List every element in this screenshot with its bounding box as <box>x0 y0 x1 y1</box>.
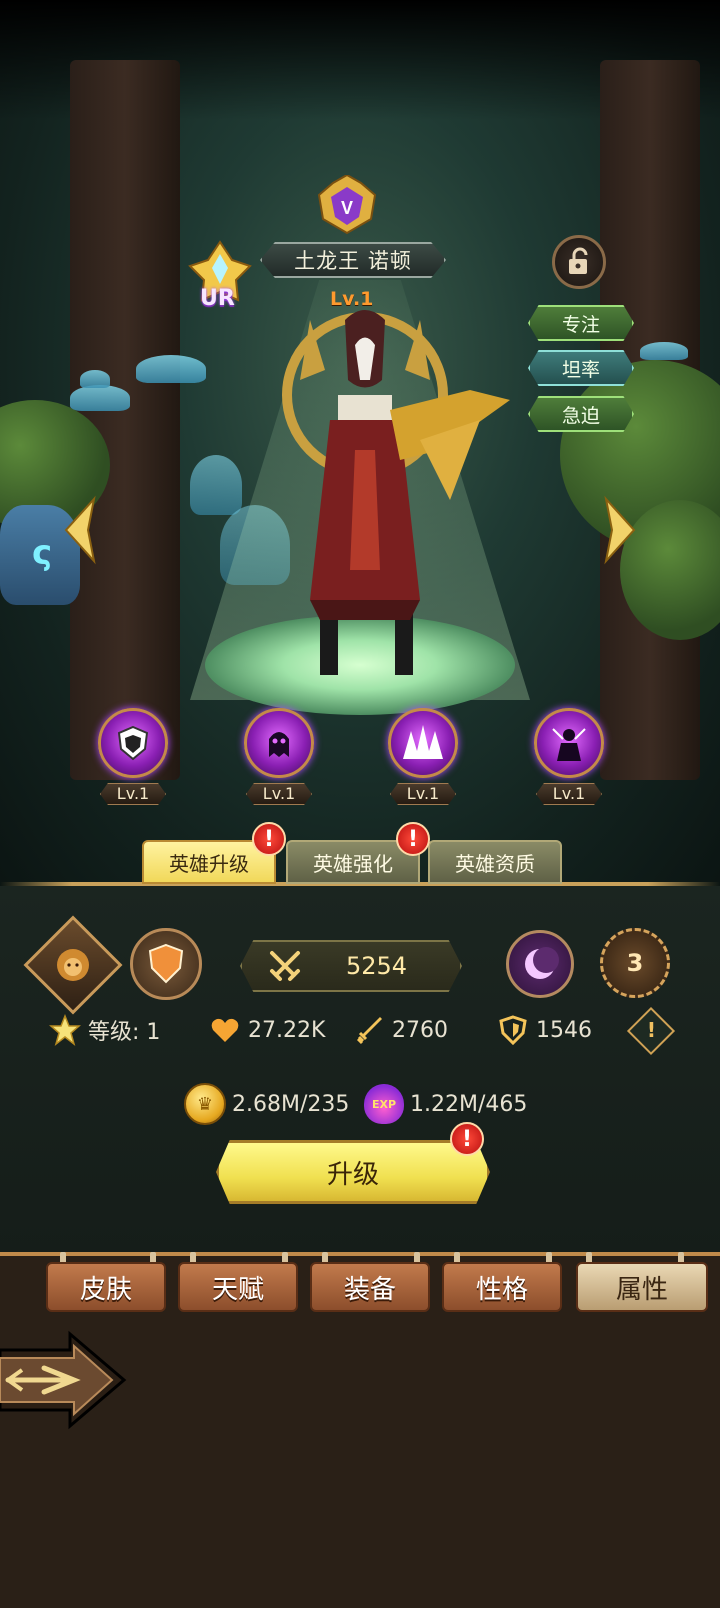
crystal <box>190 455 242 515</box>
back-arrow-icon[interactable] <box>0 1330 128 1430</box>
star-count: 3 <box>626 949 644 977</box>
ghost-skill-icon <box>244 708 314 778</box>
burst-skill-icon <box>388 708 458 778</box>
skill-level: Lv.1 <box>100 783 166 805</box>
defense-shield-icon <box>496 1013 530 1047</box>
menu-attributes-button[interactable]: 属性 <box>576 1262 708 1312</box>
hp-value: 27.22K <box>248 1017 326 1043</box>
mushroom <box>70 385 130 411</box>
stat-attack: 2760 <box>352 1012 448 1048</box>
tab-upgrade-alert-badge: ! <box>252 822 286 856</box>
skill-level: Lv.1 <box>536 783 602 805</box>
defense-value: 1546 <box>536 1017 592 1043</box>
shield-icon <box>148 943 184 984</box>
moon-icon <box>525 947 559 979</box>
exp-cost-value: 1.22M/465 <box>410 1091 528 1117</box>
star-level-button[interactable]: 3 <box>600 928 670 998</box>
tab-hero-aptitude[interactable]: 英雄资质 <box>428 840 562 884</box>
gold-cost-value: 2.68M/235 <box>232 1091 350 1117</box>
exp-cost: EXP 1.22M/465 <box>364 1082 527 1126</box>
menu-personality-button[interactable]: 性格 <box>442 1262 562 1312</box>
skill-slot-1[interactable]: Lv.1 <box>94 708 172 808</box>
attack-value: 2760 <box>392 1017 448 1043</box>
rank-letter: V <box>341 198 353 218</box>
sword-icon <box>352 1013 386 1047</box>
class-button[interactable] <box>130 928 202 1000</box>
heart-icon <box>208 1013 242 1047</box>
upgrade-button[interactable]: 升级 <box>216 1140 490 1204</box>
menu-equipment-button[interactable]: 装备 <box>310 1262 430 1312</box>
tab-enhance-alert-badge: ! <box>396 822 430 856</box>
shield-skill-icon <box>98 708 168 778</box>
hero-name: 土龙王 诺顿 <box>260 242 446 278</box>
rarity-label: UR <box>200 286 235 311</box>
star-icon <box>48 1013 82 1047</box>
hero-level: Lv.1 <box>330 288 374 310</box>
gold-cost: ♛ 2.68M/235 <box>184 1082 349 1126</box>
rank-badge-icon: V <box>317 175 377 235</box>
trait-tag-3[interactable]: 急迫 <box>528 396 634 432</box>
menu-skin-button[interactable]: 皮肤 <box>46 1262 166 1312</box>
mushroom <box>80 370 110 388</box>
next-hero-arrow-icon[interactable] <box>600 495 640 565</box>
level-text: 等级: 1 <box>88 1020 161 1045</box>
skill-slot-4[interactable]: Lv.1 <box>530 708 608 808</box>
skill-level: Lv.1 <box>246 783 312 805</box>
mushroom <box>640 342 688 360</box>
stat-level: 等级: 1 <box>48 1012 160 1048</box>
crossed-swords-icon <box>270 951 300 981</box>
exp-potion-icon: EXP <box>364 1084 404 1124</box>
skill-level: Lv.1 <box>390 783 456 805</box>
gold-coin-icon: ♛ <box>184 1083 226 1125</box>
shadow-skill-icon <box>534 708 604 778</box>
unlock-icon <box>569 247 588 274</box>
lion-icon <box>57 949 89 981</box>
skill-slot-2[interactable]: Lv.1 <box>240 708 318 808</box>
stat-defense: 1546 <box>496 1012 592 1048</box>
hero-portrait[interactable] <box>270 300 510 690</box>
mushroom <box>136 355 206 383</box>
prev-hero-arrow-icon[interactable] <box>60 495 100 565</box>
skill-slot-3[interactable]: Lv.1 <box>384 708 462 808</box>
bottom-menu-rail <box>0 1252 720 1256</box>
stat-hp: 27.22K <box>208 1012 325 1048</box>
upgrade-alert-badge: ! <box>450 1122 484 1156</box>
trait-tag-2[interactable]: 坦率 <box>528 350 634 386</box>
combat-power-box: 5254 <box>240 940 462 992</box>
menu-talent-button[interactable]: 天赋 <box>178 1262 298 1312</box>
combat-power-value: 5254 <box>346 952 408 980</box>
trait-tag-1[interactable]: 专注 <box>528 305 634 341</box>
element-button[interactable] <box>506 930 574 998</box>
lock-button[interactable] <box>552 235 606 289</box>
info-mark: ! <box>646 1017 656 1042</box>
